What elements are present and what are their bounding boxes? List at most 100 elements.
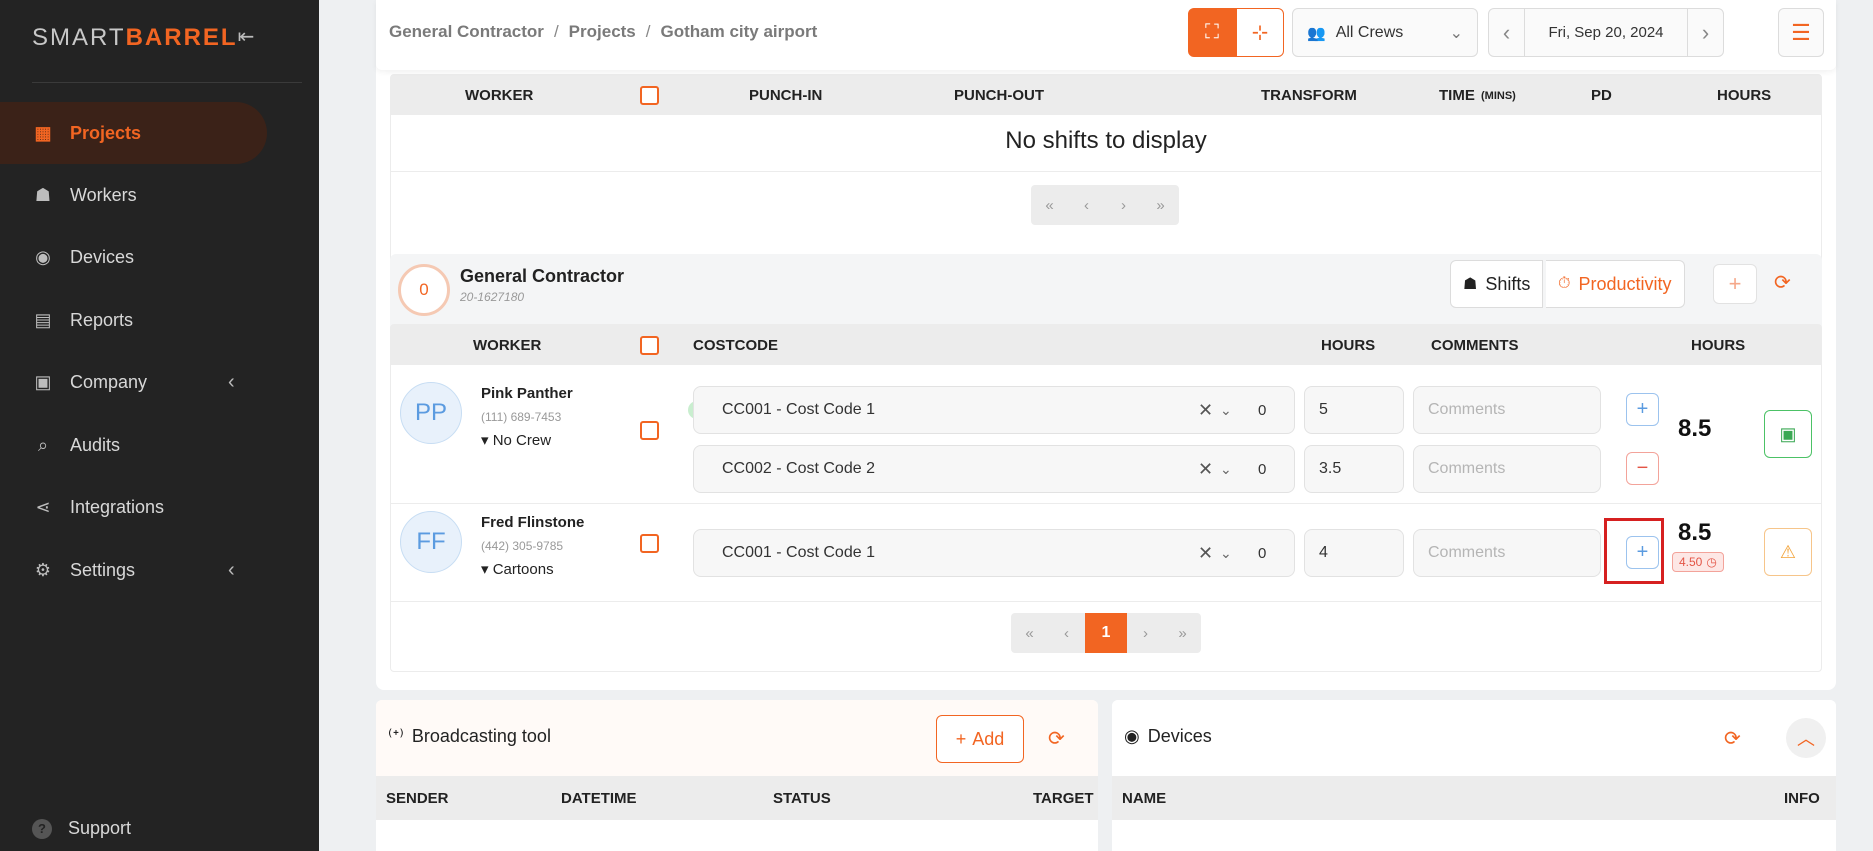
chevron-down-icon[interactable]: ⌄ [1220,461,1232,478]
project-card: WORKER PUNCH-IN PUNCH-OUT TRANSFORM TIME… [376,58,1836,690]
prev-page-button[interactable]: ‹ [1068,185,1105,225]
menu-icon[interactable]: ☰ [1778,8,1824,57]
company-license: 20-1627180 [460,290,525,304]
chevron-up-icon[interactable]: ︿ [1786,718,1826,758]
costcode-select[interactable]: CC001 - Cost Code 1 ✕ ⌄ 0 [693,529,1295,577]
gear-icon: ⚙ [34,559,52,580]
hours-input[interactable]: 3.5 [1304,445,1404,493]
overtime-badge: 4.50 ◷ [1672,552,1724,572]
remove-costcode-button[interactable]: − [1626,452,1659,485]
breadcrumb-company[interactable]: General Contractor [389,22,544,42]
chevron-down-icon: ⌄ [1449,24,1463,42]
worker-checkbox[interactable] [640,534,659,553]
comments-input[interactable]: Comments [1413,445,1601,493]
smartbarrel-logo[interactable]: SMART BARREL [32,22,238,54]
comments-input[interactable]: Comments [1413,386,1601,434]
collapse-sidebar-icon[interactable]: ⇤ [236,26,256,48]
chevron-left-icon: ‹ [228,370,235,393]
expand-icon[interactable]: ⛶ [1188,8,1236,57]
worker-checkbox[interactable] [640,421,659,440]
devices-panel: ◉ Devices ⟳ ︿ NAME INFO [1112,700,1836,851]
sidebar-item-devices[interactable]: ◉ Devices [0,226,267,288]
crew-filter-select[interactable]: 👥 All Crews ⌄ [1292,8,1478,57]
page-1-button[interactable]: 1 [1085,613,1127,653]
sidebar-item-integrations[interactable]: ⋖ Integrations [0,476,267,538]
panel-title: Devices [1147,726,1212,746]
compress-icon[interactable]: ⊹ [1236,8,1284,57]
sidebar-divider [32,82,302,83]
first-page-button[interactable]: « [1011,613,1048,653]
next-page-button[interactable]: › [1127,613,1164,653]
crew-dropdown[interactable]: ▾ No Crew [481,431,551,449]
clear-icon[interactable]: ✕ [1198,400,1213,421]
costcode-select[interactable]: CC002 - Cost Code 2 ✕ ⌄ 0 [693,445,1295,493]
first-page-button[interactable]: « [1031,185,1068,225]
sidebar-item-audits[interactable]: ⌕ Audits [0,414,267,476]
devices-table-header: NAME INFO [1112,776,1836,820]
chevron-down-icon[interactable]: ⌄ [1220,402,1232,419]
clock-icon: ◷ [1706,555,1717,569]
audit-icon: ⌕ [37,434,49,455]
next-page-button[interactable]: › [1105,185,1142,225]
sidebar: SMART BARREL ⇤ ▦ Projects ☗ Workers ◉ Dev… [0,0,319,851]
prev-day-button[interactable]: ‹ [1489,9,1525,56]
empty-state: No shifts to display [1005,127,1207,154]
clear-icon[interactable]: ✕ [1198,543,1213,564]
avatar: FF [400,511,462,573]
panel-header: ⁽ᐩ⁾ Broadcasting tool + Add ⟳ [376,700,1098,776]
shifts-table-header: WORKER PUNCH-IN PUNCH-OUT TRANSFORM TIME… [391,75,1821,115]
add-costcode-button[interactable]: + [1626,536,1659,569]
aperture-icon: ◉ [1124,726,1140,746]
last-page-button[interactable]: » [1164,613,1201,653]
breadcrumb-project[interactable]: Gotham city airport [661,22,818,42]
sidebar-item-support[interactable]: ? Support [32,818,131,839]
top-header: General Contractor / Projects / Gotham c… [376,0,1836,70]
refresh-icon[interactable]: ⟳ [1774,270,1791,295]
chevron-down-icon[interactable]: ⌄ [1220,545,1232,562]
worker-icon: ☗ [34,184,52,205]
warning-button[interactable]: ⚠ [1764,528,1812,576]
sidebar-item-reports[interactable]: ▤ Reports [0,289,267,351]
add-costcode-button[interactable]: + [1626,393,1659,426]
worker-icon: ☗ [1463,276,1478,293]
avatar: PP [400,382,462,444]
date-value[interactable]: Fri, Sep 20, 2024 [1525,24,1687,41]
crew-dropdown[interactable]: ▾ Cartoons [481,560,554,578]
help-icon: ? [32,818,52,839]
tab-shifts[interactable]: ☗ Shifts [1450,260,1544,308]
prev-page-button[interactable]: ‹ [1048,613,1085,653]
comments-input[interactable]: Comments [1413,529,1601,577]
hours-input[interactable]: 4 [1304,529,1404,577]
company-section: 0 General Contractor 20-1627180 ☗ Shifts… [390,254,1822,672]
breadcrumb-projects[interactable]: Projects [569,22,636,42]
next-day-button[interactable]: › [1687,9,1723,56]
sidebar-item-projects[interactable]: ▦ Projects [0,102,267,164]
worker-name[interactable]: Fred Flinstone [481,514,584,531]
users-icon: 👥 [1307,24,1326,42]
select-all-checkbox[interactable] [640,336,659,355]
productivity-pagination: « ‹ 1 › » [1011,613,1201,653]
save-button[interactable]: ▣ [1764,410,1812,458]
progress-circle: 0 [398,264,450,316]
refresh-icon[interactable]: ⟳ [1048,726,1065,751]
refresh-icon[interactable]: ⟳ [1724,726,1741,751]
tab-productivity[interactable]: ⏱ Productivity [1546,260,1685,308]
worker-phone: (442) 305-9785 [481,539,564,553]
productivity-table: WORKER COSTCODE HOURS COMMENTS HOURS PP … [390,324,1822,672]
add-button[interactable]: + [1713,264,1757,304]
stopwatch-icon: ⏱ [1558,275,1571,292]
clear-icon[interactable]: ✕ [1198,459,1213,480]
sidebar-item-company[interactable]: ▣ Company ‹ [0,351,267,413]
add-broadcast-button[interactable]: + Add [936,715,1024,763]
worker-name[interactable]: Pink Panther [481,385,573,402]
hours-input[interactable]: 5 [1304,386,1404,434]
plus-icon: + [955,728,967,749]
report-icon: ▤ [34,309,52,330]
select-all-checkbox[interactable] [640,86,659,105]
sidebar-item-settings[interactable]: ⚙ Settings ‹ [0,539,267,601]
last-page-button[interactable]: » [1142,185,1179,225]
sidebar-item-workers[interactable]: ☗ Workers [0,164,267,226]
breadcrumb: General Contractor / Projects / Gotham c… [389,22,818,42]
panel-header: ◉ Devices ⟳ ︿ [1112,700,1836,776]
costcode-select[interactable]: CC001 - Cost Code 1 ✕ ⌄ 0 [693,386,1295,434]
